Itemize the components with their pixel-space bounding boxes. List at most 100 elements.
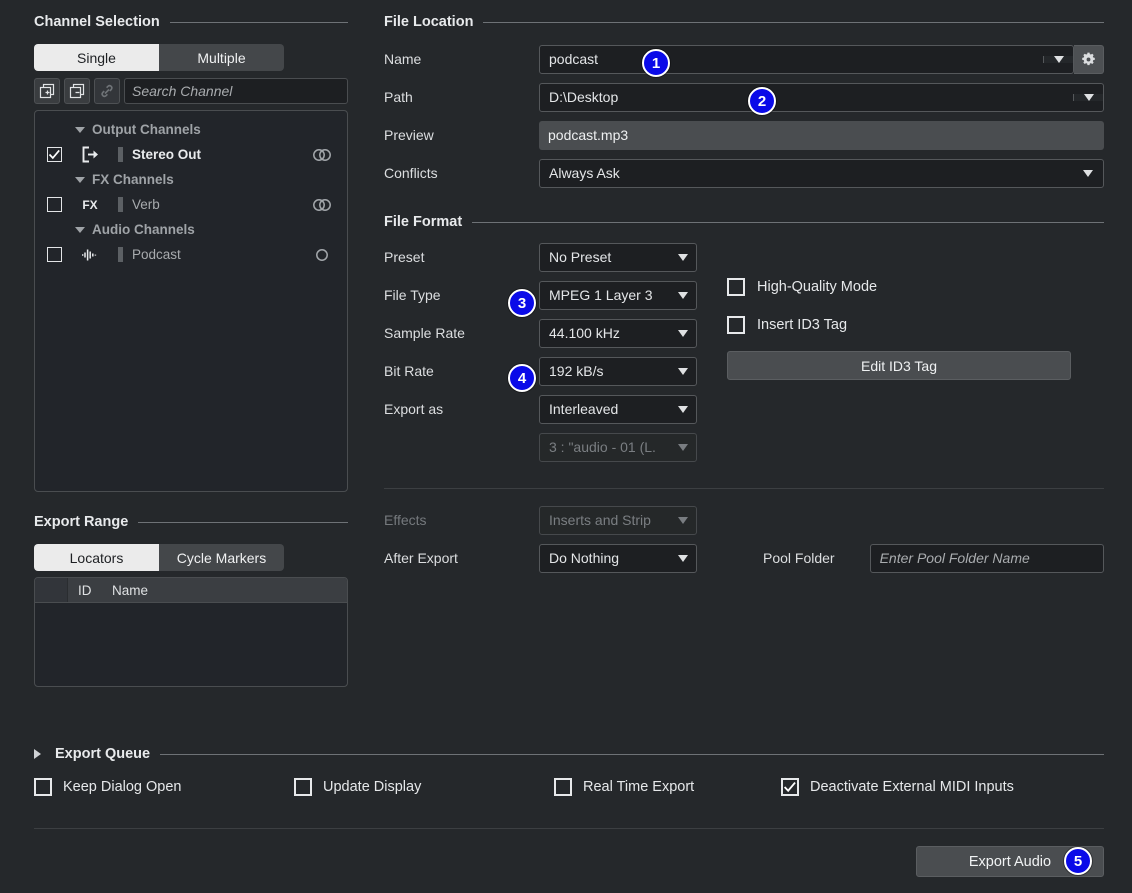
search-channel-field[interactable] — [124, 78, 348, 104]
annotation-badge-5: 5 — [1064, 847, 1092, 875]
pool-folder-placeholder[interactable]: Enter Pool Folder Name — [871, 550, 1103, 566]
effects-dropdown-arrow — [670, 516, 696, 524]
chevron-down-icon — [678, 291, 688, 299]
high-quality-label: High-Quality Mode — [757, 279, 878, 295]
stereo-icon[interactable] — [309, 198, 335, 212]
deactivate-midi-row[interactable]: Deactivate External MIDI Inputs — [781, 778, 1014, 796]
chevron-down-icon — [1083, 93, 1094, 101]
channel-mode-toggle[interactable]: Single Multiple — [34, 44, 284, 71]
export-as-dropdown[interactable]: Interleaved — [539, 394, 697, 424]
file-format-title: File Format — [384, 214, 463, 230]
table-header-row: ID Name — [35, 578, 347, 603]
file-format-header: File Format — [384, 214, 1104, 230]
pool-folder-label: Pool Folder — [763, 550, 835, 566]
conflicts-dropdown[interactable]: Always Ask — [539, 158, 1104, 188]
insert-id3-row[interactable]: Insert ID3 Tag — [727, 310, 1104, 340]
table-body-empty[interactable] — [35, 603, 347, 686]
channel-tree[interactable]: Output Channels Stereo Out FX Channels F… — [34, 110, 348, 492]
chevron-down-icon — [678, 405, 688, 413]
name-settings-button[interactable] — [1074, 44, 1104, 74]
mono-icon[interactable] — [309, 248, 335, 262]
effects-row: Effects Inserts and Strip — [384, 505, 1104, 535]
chevron-down-icon — [678, 329, 688, 337]
real-time-export-checkbox[interactable] — [554, 778, 572, 796]
header-rule — [169, 21, 348, 23]
channel-row-podcast[interactable]: Podcast — [35, 242, 347, 267]
channel-group-output[interactable]: Output Channels — [35, 117, 347, 142]
channel-row-stereo-out[interactable]: Stereo Out — [35, 142, 347, 167]
file-type-dropdown-arrow[interactable] — [670, 291, 696, 299]
bit-rate-dropdown[interactable]: 192 kB/s — [539, 356, 697, 386]
export-as-value: Interleaved — [549, 401, 619, 417]
deactivate-midi-label: Deactivate External MIDI Inputs — [810, 779, 1014, 795]
name-field[interactable]: podcast — [539, 44, 1074, 74]
insert-id3-label: Insert ID3 Tag — [757, 317, 848, 333]
update-display-label: Update Display — [323, 779, 422, 795]
stereo-icon[interactable] — [309, 148, 335, 162]
name-dropdown-button[interactable] — [1043, 55, 1073, 63]
channel-color-bar — [118, 197, 123, 212]
export-as-dropdown-arrow[interactable] — [670, 405, 696, 413]
bottom-divider — [34, 828, 1104, 829]
range-mode-locators[interactable]: Locators — [34, 544, 159, 571]
path-field[interactable]: D:\Desktop — [539, 82, 1104, 112]
caret-down-icon — [75, 226, 85, 233]
after-export-dropdown-arrow[interactable] — [670, 554, 696, 562]
sample-rate-dropdown[interactable]: 44.100 kHz — [539, 318, 697, 348]
path-dropdown-button[interactable] — [1073, 93, 1103, 101]
keep-dialog-open-row[interactable]: Keep Dialog Open — [34, 778, 294, 796]
edit-id3-tag-button[interactable]: Edit ID3 Tag — [727, 351, 1071, 380]
high-quality-checkbox[interactable] — [727, 278, 745, 296]
real-time-export-label: Real Time Export — [583, 779, 695, 795]
channel-mode-single[interactable]: Single — [34, 44, 159, 71]
channel-group-label: FX Channels — [92, 172, 174, 187]
chevron-down-icon — [678, 443, 688, 451]
collapse-all-icon[interactable] — [64, 78, 90, 104]
update-display-checkbox[interactable] — [294, 778, 312, 796]
preset-dropdown[interactable]: No Preset — [539, 242, 697, 272]
real-time-export-row[interactable]: Real Time Export — [554, 778, 781, 796]
conflicts-dropdown-arrow[interactable] — [1073, 169, 1103, 177]
keep-dialog-open-checkbox[interactable] — [34, 778, 52, 796]
keep-dialog-open-label: Keep Dialog Open — [63, 779, 182, 795]
range-mode-cycle-markers[interactable]: Cycle Markers — [159, 544, 284, 571]
gear-icon — [1082, 52, 1095, 65]
export-queue-options: Keep Dialog Open Update Display Real Tim… — [34, 778, 1104, 796]
channel-selection-header: Channel Selection — [34, 14, 348, 30]
bit-rate-dropdown-arrow[interactable] — [670, 367, 696, 375]
after-export-dropdown[interactable]: Do Nothing — [539, 543, 697, 573]
channel-group-audio[interactable]: Audio Channels — [35, 217, 347, 242]
export-range-toggle[interactable]: Locators Cycle Markers — [34, 544, 284, 571]
export-range-table[interactable]: ID Name — [34, 577, 348, 687]
channel-row-verb[interactable]: FX Verb — [35, 192, 347, 217]
link-icon[interactable] — [94, 78, 120, 104]
file-type-dropdown[interactable]: MPEG 1 Layer 3 — [539, 280, 697, 310]
channel-group-fx[interactable]: FX Channels — [35, 167, 347, 192]
update-display-row[interactable]: Update Display — [294, 778, 554, 796]
header-rule — [483, 21, 1104, 23]
search-input[interactable] — [132, 83, 340, 99]
channel-checkbox[interactable] — [47, 247, 62, 262]
file-location-header: File Location — [384, 14, 1104, 30]
deactivate-midi-checkbox[interactable] — [781, 778, 799, 796]
preset-dropdown-arrow[interactable] — [670, 253, 696, 261]
preset-row: Preset No Preset — [384, 242, 699, 272]
sample-rate-dropdown-arrow[interactable] — [670, 329, 696, 337]
name-row: Name podcast — [384, 44, 1104, 74]
chevron-down-icon — [678, 516, 688, 524]
conflicts-label: Conflicts — [384, 165, 438, 181]
format-options: High-Quality Mode Insert ID3 Tag Edit ID… — [699, 242, 1104, 462]
channel-select-value: 3 : "audio - 01 (L. — [549, 439, 656, 455]
expand-all-icon[interactable] — [34, 78, 60, 104]
high-quality-row[interactable]: High-Quality Mode — [727, 272, 1104, 302]
preset-label: Preset — [384, 249, 425, 265]
channel-mode-multiple[interactable]: Multiple — [159, 44, 284, 71]
channel-checkbox[interactable] — [47, 197, 62, 212]
path-value[interactable]: D:\Desktop — [540, 89, 1073, 105]
insert-id3-checkbox[interactable] — [727, 316, 745, 334]
export-queue-header[interactable]: Export Queue — [34, 746, 1104, 762]
right-panel: File Location Name podcast Path D:\Deskt… — [384, 14, 1104, 573]
channel-checkbox[interactable] — [47, 147, 62, 162]
name-value[interactable]: podcast — [540, 51, 1043, 67]
pool-folder-field[interactable]: Enter Pool Folder Name — [869, 543, 1104, 573]
